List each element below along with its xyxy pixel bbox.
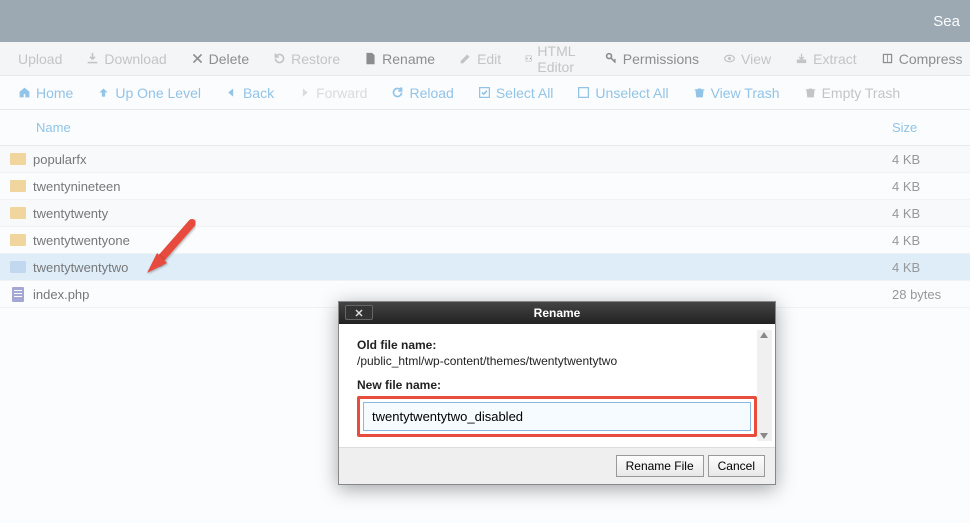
reload-icon <box>391 86 404 99</box>
modal-scrollbar[interactable] <box>757 330 772 441</box>
table-row[interactable]: twentytwenty 4 KB <box>0 200 970 227</box>
home-icon <box>18 86 31 99</box>
old-filename-path: /public_html/wp-content/themes/twentytwe… <box>357 354 757 368</box>
file-size: 4 KB <box>892 152 962 167</box>
compress-button[interactable]: Compress <box>869 42 970 76</box>
folder-icon <box>8 153 28 165</box>
html-editor-button[interactable]: HTML Editor <box>513 42 593 76</box>
scroll-up-icon <box>760 332 768 338</box>
file-name: index.php <box>33 287 892 302</box>
extract-button[interactable]: Extract <box>783 42 869 76</box>
x-icon <box>191 52 204 65</box>
scroll-down-icon <box>760 433 768 439</box>
modal-body: Old file name: /public_html/wp-content/t… <box>339 324 775 447</box>
up-level-button[interactable]: Up One Level <box>85 76 213 110</box>
folder-icon <box>8 261 28 273</box>
file-icon <box>364 52 377 65</box>
table-row[interactable]: popularfx 4 KB <box>0 146 970 173</box>
close-icon <box>354 308 364 318</box>
file-name: twentytwentyone <box>33 233 892 248</box>
column-size-header[interactable]: Size <box>892 120 962 135</box>
folder-icon <box>8 207 28 219</box>
column-name-header[interactable]: Name <box>8 120 892 135</box>
file-size: 4 KB <box>892 233 962 248</box>
trash-icon <box>804 86 817 99</box>
folder-icon <box>8 180 28 192</box>
key-icon <box>605 52 618 65</box>
trash-icon <box>693 86 706 99</box>
download-icon <box>86 52 99 65</box>
old-filename-label: Old file name: <box>357 338 757 352</box>
search-text[interactable]: Sea <box>933 13 960 30</box>
rename-file-button[interactable]: Rename File <box>616 455 704 477</box>
empty-square-icon <box>577 86 590 99</box>
permissions-button[interactable]: Permissions <box>593 42 711 76</box>
modal-close-button[interactable] <box>345 305 373 320</box>
eye-icon <box>723 52 736 65</box>
file-size: 4 KB <box>892 179 962 194</box>
file-size: 4 KB <box>892 206 962 221</box>
table-header: Name Size <box>0 110 970 146</box>
extract-icon <box>795 52 808 65</box>
modal-footer: Rename File Cancel <box>339 447 775 484</box>
back-button[interactable]: Back <box>213 76 286 110</box>
check-square-icon <box>478 86 491 99</box>
table-row[interactable]: twentynineteen 4 KB <box>0 173 970 200</box>
cancel-button[interactable]: Cancel <box>708 455 765 477</box>
file-name: popularfx <box>33 152 892 167</box>
action-toolbar: Upload Download Delete Restore Rename Ed… <box>0 42 970 76</box>
modal-title: Rename <box>534 306 581 320</box>
modal-titlebar[interactable]: Rename <box>339 302 775 324</box>
html-editor-icon <box>525 52 532 65</box>
top-header: Sea <box>0 0 970 42</box>
edit-button[interactable]: Edit <box>447 42 513 76</box>
nav-toolbar: Home Up One Level Back Forward Reload Se… <box>0 76 970 110</box>
compress-icon <box>881 52 894 65</box>
file-name: twentynineteen <box>33 179 892 194</box>
new-filename-label: New file name: <box>357 378 757 392</box>
table-row[interactable]: twentytwentytwo 4 KB <box>0 254 970 281</box>
delete-button[interactable]: Delete <box>179 42 261 76</box>
new-filename-input[interactable] <box>363 402 751 431</box>
home-button[interactable]: Home <box>6 76 85 110</box>
reload-button[interactable]: Reload <box>379 76 465 110</box>
restore-icon <box>273 52 286 65</box>
rename-button[interactable]: Rename <box>352 42 447 76</box>
forward-arrow-icon <box>298 86 311 99</box>
forward-button: Forward <box>286 76 379 110</box>
upload-button[interactable]: Upload <box>6 42 74 76</box>
file-list: popularfx 4 KB twentynineteen 4 KB twent… <box>0 146 970 308</box>
unselect-all-button[interactable]: Unselect All <box>565 76 680 110</box>
select-all-button[interactable]: Select All <box>466 76 566 110</box>
table-row[interactable]: twentytwentyone 4 KB <box>0 227 970 254</box>
download-button[interactable]: Download <box>74 42 178 76</box>
file-name: twentytwentytwo <box>33 260 892 275</box>
input-highlight <box>357 396 757 437</box>
file-icon <box>8 287 28 302</box>
up-arrow-icon <box>97 86 110 99</box>
back-arrow-icon <box>225 86 238 99</box>
folder-icon <box>8 234 28 246</box>
restore-button[interactable]: Restore <box>261 42 352 76</box>
file-name: twentytwenty <box>33 206 892 221</box>
file-size: 4 KB <box>892 260 962 275</box>
view-trash-button[interactable]: View Trash <box>681 76 792 110</box>
rename-modal: Rename Old file name: /public_html/wp-co… <box>338 301 776 485</box>
empty-trash-button[interactable]: Empty Trash <box>792 76 913 110</box>
file-size: 28 bytes <box>892 287 962 302</box>
pencil-icon <box>459 52 472 65</box>
view-button[interactable]: View <box>711 42 783 76</box>
